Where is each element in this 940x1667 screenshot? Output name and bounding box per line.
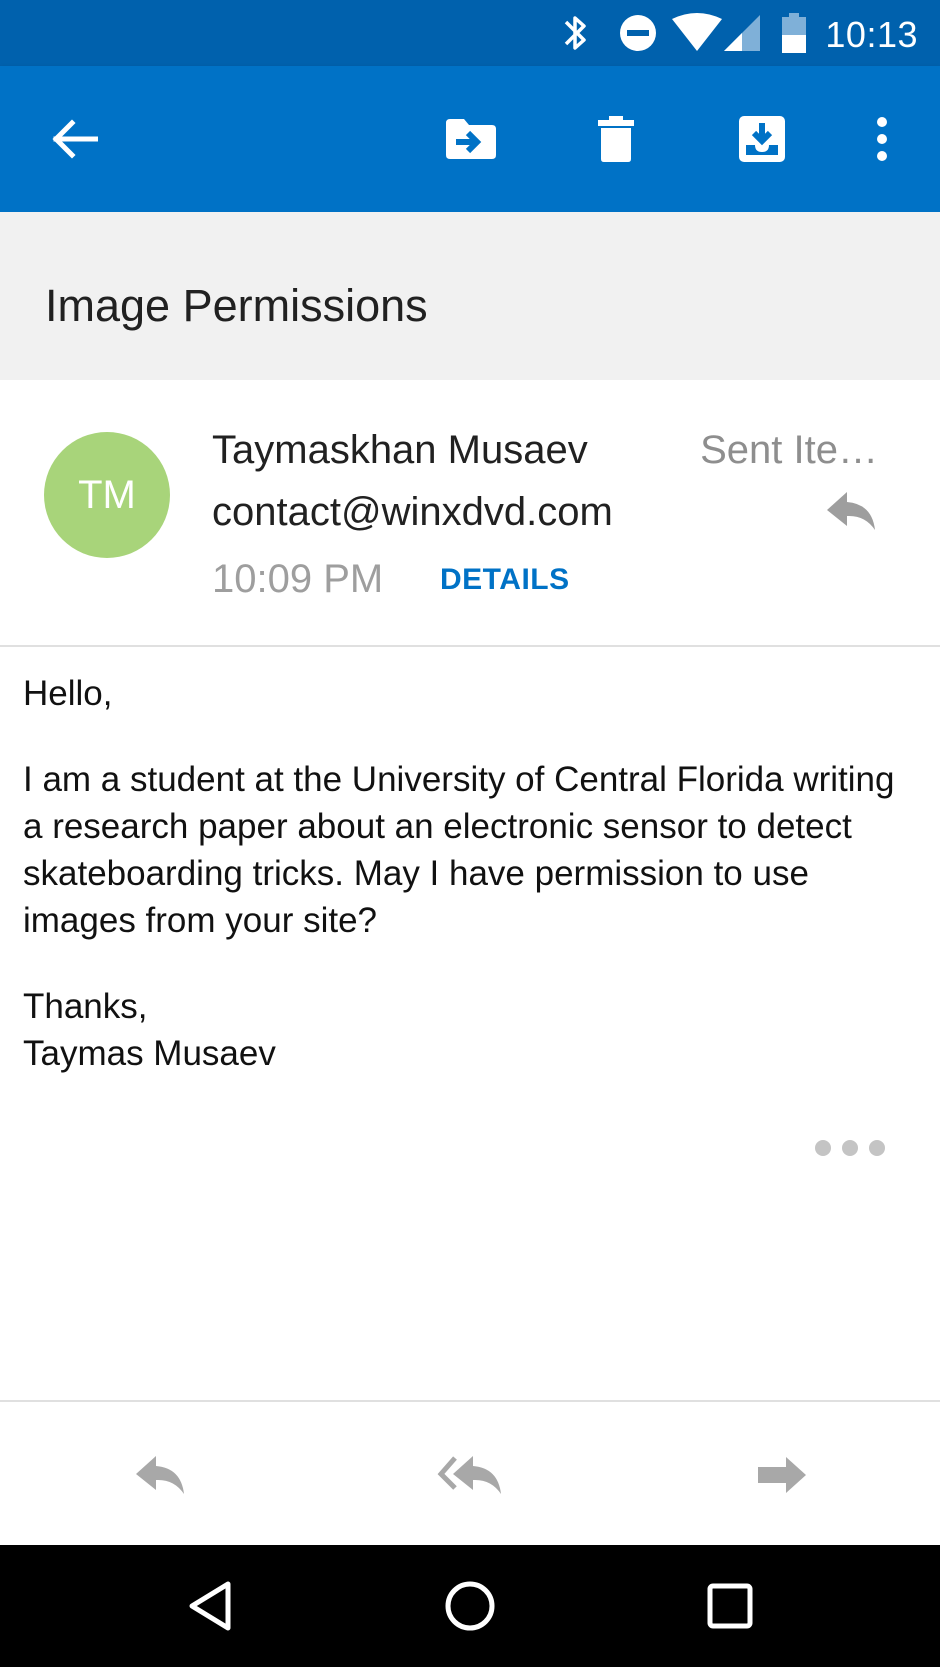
move-to-folder-icon[interactable] — [436, 66, 506, 212]
delete-icon[interactable] — [581, 66, 651, 212]
folder-label: Sent Ite… — [700, 428, 878, 472]
more-options-icon[interactable] — [852, 66, 912, 212]
battery-icon — [780, 0, 808, 66]
body-greeting: Hello, — [23, 674, 113, 713]
bluetooth-icon — [560, 0, 590, 66]
sender-name[interactable]: Taymaskhan Musaev — [212, 428, 588, 473]
back-arrow-icon[interactable] — [40, 66, 110, 212]
forward-button[interactable] — [742, 1440, 822, 1510]
cell-signal-icon — [722, 0, 762, 66]
body-signoff: Thanks, Taymas Musaev — [23, 983, 923, 1077]
status-time: 10:13 — [825, 14, 918, 55]
reply-icon[interactable] — [825, 490, 877, 537]
wifi-icon — [670, 0, 724, 66]
avatar[interactable]: TM — [44, 432, 170, 558]
do-not-disturb-icon — [618, 0, 658, 66]
home-circle-icon[interactable] — [420, 1545, 520, 1667]
dot — [815, 1140, 831, 1156]
show-more-icon[interactable] — [815, 1140, 885, 1156]
email-body: Hello, I am a student at the University … — [23, 670, 923, 1077]
email-subject: Image Permissions — [45, 280, 428, 331]
reply-all-icon — [437, 1456, 501, 1494]
system-nav-bar — [0, 1545, 940, 1667]
back-triangle-icon[interactable] — [160, 1545, 260, 1667]
subject-bar: Image Permissions — [0, 212, 940, 380]
sender-email[interactable]: contact@winxdvd.com — [212, 490, 613, 535]
status-bar: 10:13 — [0, 0, 940, 66]
reply-all-button[interactable] — [430, 1440, 510, 1510]
dot — [842, 1140, 858, 1156]
recents-square-icon[interactable] — [680, 1545, 780, 1667]
app-bar — [0, 66, 940, 212]
signoff-line2: Taymas Musaev — [23, 1034, 276, 1073]
reply-button[interactable] — [120, 1440, 200, 1510]
forward-icon — [758, 1457, 806, 1493]
body-paragraph: I am a student at the University of Cent… — [23, 760, 895, 940]
archive-icon[interactable] — [727, 66, 797, 212]
footer-divider — [0, 1400, 940, 1402]
header-divider — [0, 645, 940, 647]
reply-icon — [136, 1456, 184, 1494]
sent-time: 10:09 PM — [212, 557, 384, 601]
signoff-line1: Thanks, — [23, 987, 148, 1026]
details-button[interactable]: DETAILS — [440, 563, 570, 597]
dot — [869, 1140, 885, 1156]
